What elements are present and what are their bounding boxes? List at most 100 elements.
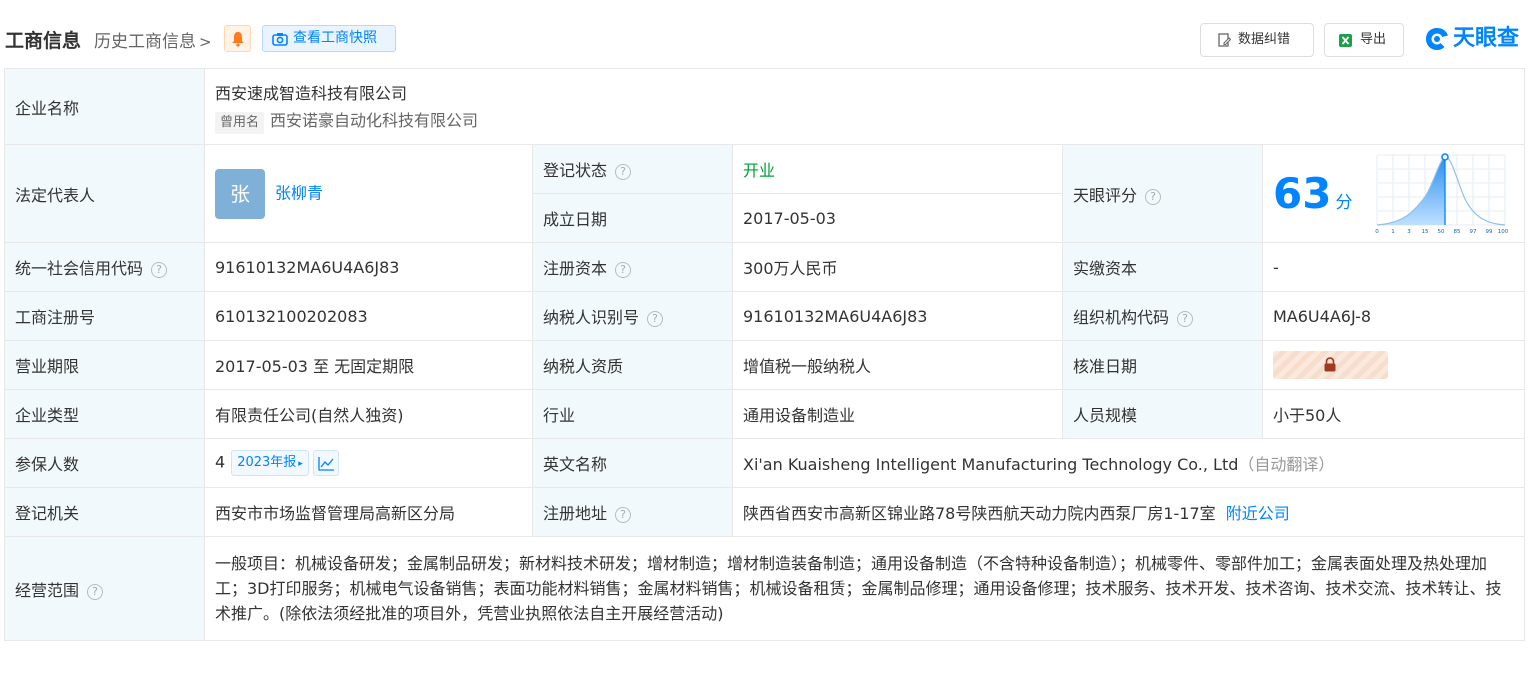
english-name-value: Xi'an Kuaisheng Intelligent Manufacturin…: [743, 455, 1239, 474]
axis-tick: 0: [1375, 229, 1379, 235]
row-company-name: 企业名称 西安速成智造科技有限公司 曾用名 西安诺豪自动化科技有限公司: [4, 68, 1526, 145]
business-term-value: 2017-05-03 至 无固定期限: [204, 340, 533, 390]
score-cell[interactable]: 63 分 0 1 3 15 50 85 97 99 100: [1261, 144, 1526, 243]
reg-number-value: 610132100202083: [204, 291, 533, 341]
company-type-value: 有限责任公司(自然人独资): [204, 389, 533, 439]
reg-capital-label-cell: 注册资本?: [532, 242, 733, 292]
tax-qual-value: 增值税一般纳税人: [732, 340, 1063, 390]
chevron-right-icon: >: [199, 33, 212, 51]
axis-tick: 99: [1486, 229, 1493, 235]
scope-label-cell: 经营范围?: [4, 536, 205, 641]
reg-address-label: 注册地址: [543, 504, 608, 523]
line-chart-icon: [318, 457, 334, 471]
score-label: 天眼评分: [1073, 185, 1138, 205]
tax-id-value: 91610132MA6U4A6J83: [732, 291, 1063, 341]
export-button[interactable]: 导出: [1324, 23, 1404, 57]
history-link-label: 历史工商信息: [94, 32, 196, 52]
score-value: 63: [1273, 169, 1332, 218]
former-name-tag: 曾用名: [215, 111, 265, 134]
reg-status-label-cell: 登记状态?: [532, 144, 733, 194]
insured-cell: 4 2023年报 ▸: [204, 438, 533, 488]
former-name: 西安诺豪自动化科技有限公司: [270, 110, 479, 130]
brand-logo: 天眼查: [1424, 24, 1519, 54]
avatar: 张: [215, 168, 265, 219]
approve-date-label: 核准日期: [1062, 340, 1263, 390]
help-icon[interactable]: ?: [87, 583, 104, 600]
staff-size-value: 小于50人: [1261, 389, 1526, 439]
org-code-value: MA6U4A6J-8: [1261, 291, 1526, 341]
legal-rep-label: 法定代表人: [4, 144, 205, 243]
brand-name: 天眼查: [1453, 26, 1520, 51]
scope-label: 经营范围: [15, 580, 80, 600]
org-code-label-cell: 组织机构代码?: [1062, 291, 1263, 341]
reg-capital-label: 注册资本: [543, 259, 608, 278]
axis-tick: 1: [1391, 229, 1395, 235]
section-title: 工商信息: [5, 30, 82, 52]
english-name-cell: Xi'an Kuaisheng Intelligent Manufacturin…: [731, 438, 1526, 488]
approve-date-cell: [1261, 340, 1526, 390]
caret-right-icon: ▸: [298, 459, 303, 469]
camera-icon: [272, 33, 288, 46]
legal-rep-name-link[interactable]: 张柳青: [275, 183, 323, 202]
reg-address-label-cell: 注册地址?: [532, 487, 733, 537]
english-name-label: 英文名称: [532, 438, 733, 488]
excel-icon: [1339, 34, 1352, 47]
company-type-label: 企业类型: [4, 389, 205, 439]
legal-rep-cell: 张张柳青: [204, 144, 533, 243]
staff-size-label: 人员规模: [1062, 389, 1263, 439]
help-icon[interactable]: ?: [647, 311, 664, 327]
bell-icon: [232, 32, 244, 47]
company-name: 西安速成智造科技有限公司: [215, 83, 408, 103]
paid-capital-label: 实缴资本: [1062, 242, 1263, 292]
score-marker-dot: [1441, 153, 1449, 161]
snapshot-button-label: 查看工商快照: [293, 30, 377, 46]
reg-status-label: 登记状态: [543, 161, 608, 180]
row-reg-number: 工商注册号 610132100202083 纳税人识别号? 91610132MA…: [4, 291, 1526, 341]
help-icon[interactable]: ?: [1145, 188, 1162, 205]
score-unit: 分: [1335, 193, 1353, 213]
data-correction-label: 数据纠错: [1238, 32, 1291, 47]
monitor-bell-button[interactable]: [224, 25, 251, 52]
org-code-label: 组织机构代码: [1073, 308, 1170, 327]
insured-value: 4: [215, 452, 226, 472]
help-icon[interactable]: ?: [1177, 311, 1194, 327]
reg-authority-value: 西安市市场监督管理局高新区分局: [204, 487, 533, 537]
data-correction-button[interactable]: 数据纠错: [1200, 23, 1314, 57]
help-icon[interactable]: ?: [151, 262, 168, 278]
row-business-term: 营业期限 2017-05-03 至 无固定期限 纳税人资质 增值税一般纳税人 核…: [4, 340, 1526, 390]
lock-icon: [1324, 357, 1336, 372]
axis-tick: 100: [1498, 229, 1509, 235]
industry-label: 行业: [532, 389, 733, 439]
found-date-value: 2017-05-03: [732, 193, 1063, 243]
axis-tick: 15: [1422, 229, 1429, 235]
score-area: [1377, 157, 1445, 225]
paid-capital-value: -: [1261, 242, 1526, 292]
tax-qual-label: 纳税人资质: [532, 340, 733, 390]
reg-capital-value: 300万人民币: [732, 242, 1063, 292]
score-distribution-chart: 0 1 3 15 50 85 97 99 100: [1375, 153, 1509, 235]
help-icon[interactable]: ?: [615, 507, 632, 523]
insured-label: 参保人数: [4, 438, 205, 488]
company-name-cell: 西安速成智造科技有限公司 曾用名 西安诺豪自动化科技有限公司: [203, 68, 1526, 145]
edit-document-icon: [1218, 33, 1231, 47]
trend-chart-button[interactable]: [312, 450, 339, 476]
year-report-button[interactable]: 2023年报 ▸: [231, 450, 309, 476]
reg-status-value: 开业: [732, 144, 1063, 194]
tax-id-label: 纳税人识别号: [543, 308, 640, 327]
export-label: 导出: [1360, 32, 1387, 47]
nearby-companies-link[interactable]: 附近公司: [1226, 504, 1290, 523]
credit-code-label-cell: 统一社会信用代码?: [4, 242, 205, 292]
company-name-label: 企业名称: [4, 68, 205, 145]
industry-value: 通用设备制造业: [732, 389, 1063, 439]
locked-value-button[interactable]: [1273, 351, 1388, 379]
help-icon[interactable]: ?: [615, 262, 632, 278]
snapshot-button[interactable]: 查看工商快照: [262, 25, 396, 52]
former-name-row: 曾用名 西安诺豪自动化科技有限公司: [215, 107, 1514, 134]
reg-authority-label: 登记机关: [4, 487, 205, 537]
history-link[interactable]: 历史工商信息 >: [94, 27, 212, 52]
credit-code-label: 统一社会信用代码: [15, 259, 144, 278]
row-company-type: 企业类型 有限责任公司(自然人独资) 行业 通用设备制造业 人员规模 小于50人: [4, 389, 1526, 439]
axis-tick: 97: [1470, 229, 1477, 235]
row-credit-code: 统一社会信用代码? 91610132MA6U4A6J83 注册资本? 300万人…: [4, 242, 1526, 292]
help-icon[interactable]: ?: [615, 164, 632, 180]
